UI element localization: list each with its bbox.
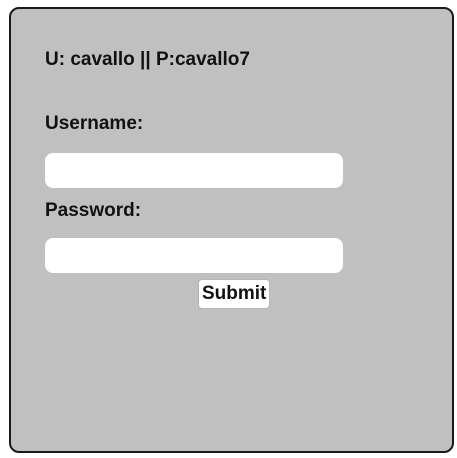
username-label: Username: [45, 113, 144, 134]
login-panel: U: cavallo || P:cavallo7 Username: Passw… [9, 7, 454, 453]
password-input[interactable] [45, 238, 343, 273]
submit-button[interactable]: Submit [198, 279, 271, 309]
username-input[interactable] [45, 153, 343, 188]
credentials-hint: U: cavallo || P:cavallo7 [45, 49, 250, 70]
password-label: Password: [45, 200, 142, 221]
